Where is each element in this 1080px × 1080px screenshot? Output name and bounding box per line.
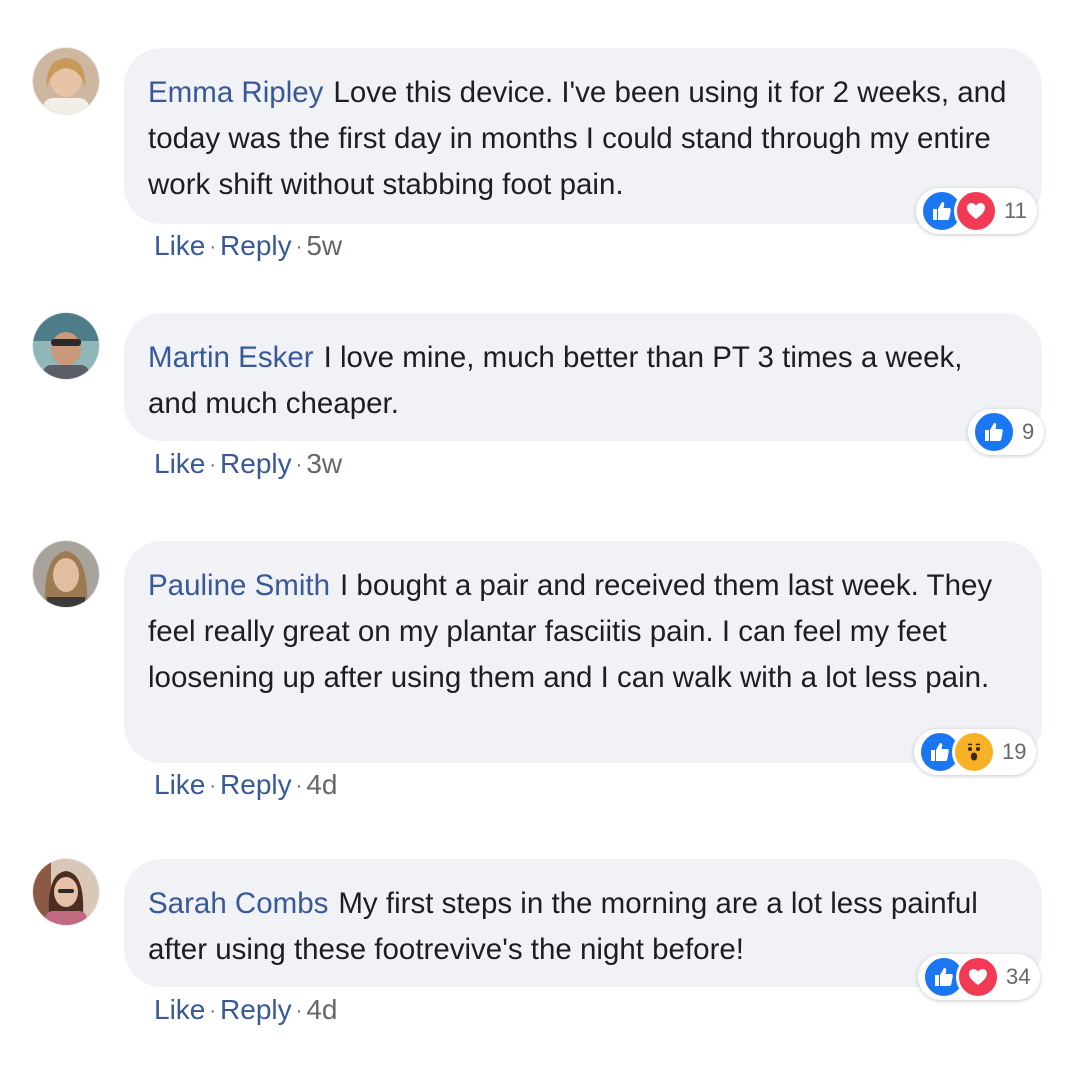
comment-actions: Like · Reply · 4d xyxy=(154,993,337,1030)
separator: · xyxy=(209,454,217,476)
reaction-count: 11 xyxy=(1004,198,1027,223)
author-name[interactable]: Martin Esker xyxy=(148,341,314,374)
love-reaction-icon xyxy=(956,955,1000,999)
comment-bubble: Emma Ripley Love this device. I've been u… xyxy=(124,48,1042,224)
reaction-count: 34 xyxy=(1006,964,1031,989)
author-name[interactable]: Emma Ripley xyxy=(148,76,323,109)
timestamp[interactable]: 5w xyxy=(306,230,342,261)
reactions-summary[interactable]: 34 xyxy=(918,954,1041,1000)
love-reaction-icon xyxy=(954,189,998,233)
comment-bubble: Martin Esker I love mine, much better tha… xyxy=(124,313,1042,441)
like-link[interactable]: Like xyxy=(154,448,205,479)
like-reaction-icon xyxy=(972,410,1016,454)
separator: · xyxy=(295,236,303,258)
timestamp[interactable]: 4d xyxy=(306,994,337,1025)
reply-link[interactable]: Reply xyxy=(220,448,292,479)
separator: · xyxy=(209,775,217,797)
reply-link[interactable]: Reply xyxy=(220,230,292,261)
reply-link[interactable]: Reply xyxy=(220,769,292,800)
like-link[interactable]: Like xyxy=(154,769,205,800)
author-name[interactable]: Pauline Smith xyxy=(148,569,330,602)
like-link[interactable]: Like xyxy=(154,230,205,261)
reaction-count: 9 xyxy=(1022,419,1035,444)
avatar[interactable] xyxy=(33,313,99,379)
separator: · xyxy=(209,236,217,258)
reactions-summary[interactable]: 9 xyxy=(968,409,1045,455)
avatar[interactable] xyxy=(33,859,99,925)
comment-bubble: Sarah Combs My first steps in the morning… xyxy=(124,859,1042,987)
reply-link[interactable]: Reply xyxy=(220,994,292,1025)
avatar[interactable] xyxy=(33,541,99,607)
separator: · xyxy=(295,454,303,476)
comment-actions: Like · Reply · 3w xyxy=(154,447,342,484)
wow-reaction-icon xyxy=(952,730,996,774)
reaction-count: 19 xyxy=(1002,739,1027,764)
separator: · xyxy=(295,775,303,797)
reactions-summary[interactable]: 19 xyxy=(914,729,1037,775)
timestamp[interactable]: 4d xyxy=(306,769,337,800)
separator: · xyxy=(295,1000,303,1022)
comment-actions: Like · Reply · 4d xyxy=(154,768,337,805)
author-name[interactable]: Sarah Combs xyxy=(148,887,328,920)
separator: · xyxy=(209,1000,217,1022)
timestamp[interactable]: 3w xyxy=(306,448,342,479)
like-link[interactable]: Like xyxy=(154,994,205,1025)
comment-actions: Like · Reply · 5w xyxy=(154,229,342,266)
avatar[interactable] xyxy=(33,48,99,114)
comment-bubble: Pauline Smith I bought a pair and receive… xyxy=(124,541,1042,763)
reactions-summary[interactable]: 11 xyxy=(916,188,1037,234)
